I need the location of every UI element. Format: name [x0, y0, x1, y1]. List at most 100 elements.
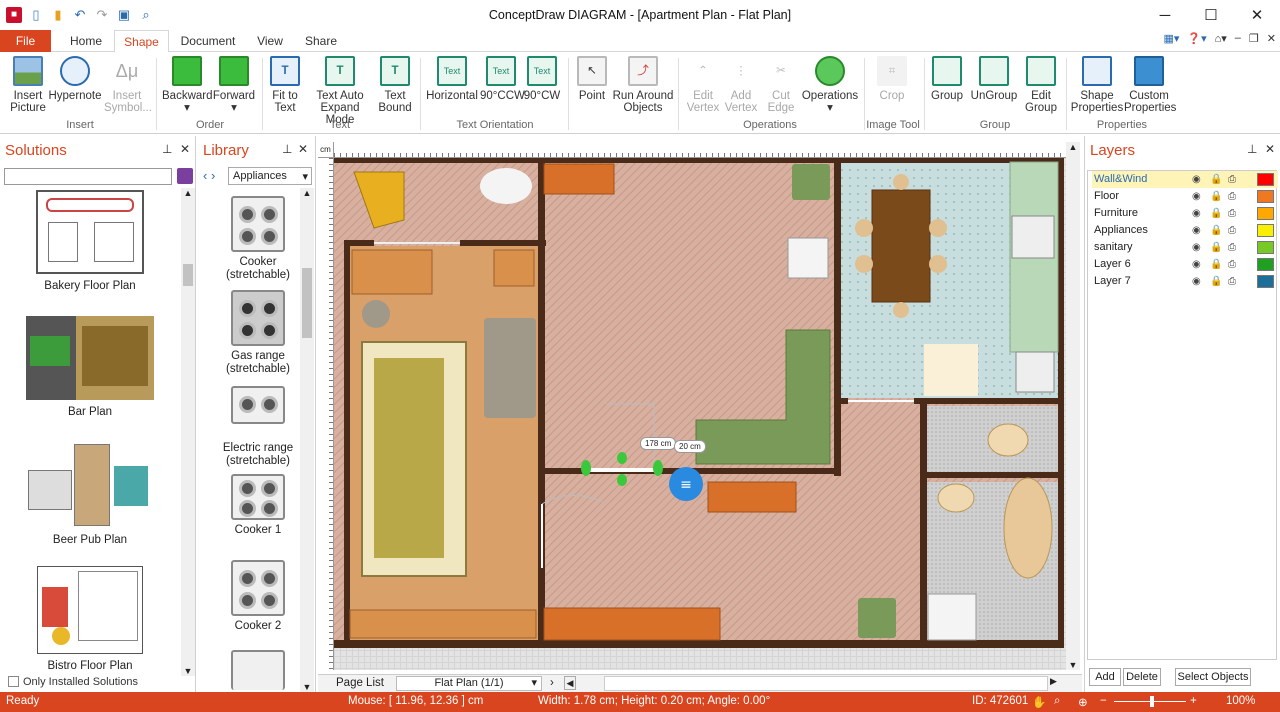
layer-row[interactable]: Wall&Wind ◉ 🔒 ⎙	[1092, 171, 1278, 188]
mdi-close-icon[interactable]: ✕	[1267, 32, 1276, 45]
close-icon[interactable]: ✕	[1265, 142, 1275, 156]
tab-view[interactable]: View	[248, 30, 292, 52]
page-list-button[interactable]: Page List	[336, 677, 384, 689]
scroll-right-icon[interactable]: ▶	[1050, 676, 1057, 687]
hypernote-button[interactable]: Hypernote	[48, 56, 102, 102]
edit-group-button[interactable]: Edit Group	[1022, 56, 1060, 114]
library-nav-arrows[interactable]: ‹ ›	[203, 168, 215, 183]
library-item-gas-range[interactable]: Gas range (stretchable)	[208, 290, 308, 376]
layout-icon[interactable]: ▦▾	[1163, 32, 1179, 45]
page-next-icon[interactable]: ›	[550, 677, 554, 689]
forward-button[interactable]: Forward ▾	[212, 56, 256, 114]
redo-icon[interactable]: ↷	[94, 7, 110, 23]
library-item-partial[interactable]	[208, 650, 308, 694]
layer-row[interactable]: Layer 7 ◉ 🔒 ⎙	[1092, 273, 1278, 290]
canvas-grid[interactable]: ≡ 178 cm 20 cm	[334, 158, 1066, 670]
pin-icon[interactable]: ⊥	[282, 142, 292, 156]
floor-plan[interactable]: ≡	[334, 158, 1066, 670]
library-item-cooker[interactable]: Cooker (stretchable)	[208, 196, 308, 282]
undo-icon[interactable]: ↶	[72, 7, 88, 23]
open-document-icon[interactable]: ▮	[50, 7, 66, 23]
only-installed-checkbox[interactable]: Only Installed Solutions	[8, 676, 138, 688]
horizontal-button[interactable]: Text Horizontal	[424, 56, 480, 102]
solution-item-beer-pub[interactable]: Beer Pub Plan	[0, 440, 180, 546]
zoom-in-icon[interactable]: +	[1190, 695, 1197, 707]
new-document-icon[interactable]: ▯	[28, 7, 44, 23]
delete-layer-button[interactable]: Delete	[1123, 668, 1161, 686]
library-item-electric-range[interactable]: Electric range (stretchable)	[208, 386, 308, 468]
layer-row[interactable]: Floor ◉ 🔒 ⎙	[1092, 188, 1278, 205]
insert-picture-button[interactable]: Insert Picture	[8, 56, 48, 114]
solution-item-bar[interactable]: Bar Plan	[0, 316, 180, 418]
scroll-left-icon[interactable]: ◀	[564, 676, 576, 690]
help-icon[interactable]: ❓▾	[1187, 32, 1206, 45]
save-icon[interactable]: ▣	[116, 7, 132, 23]
operations-button[interactable]: Operations ▾	[800, 56, 860, 114]
close-window-button[interactable]: ✕	[1234, 0, 1280, 30]
layer-row[interactable]: Layer 6 ◉ 🔒 ⎙	[1092, 256, 1278, 273]
fit-icon[interactable]: ⊕	[1078, 695, 1088, 709]
pan-icon[interactable]: ✋	[1032, 695, 1046, 709]
canvas-horizontal-scrollbar[interactable]	[604, 676, 1048, 691]
chevron-down-icon: ▾	[531, 677, 537, 689]
add-vertex-button[interactable]: ⋮ Add Vertex	[722, 56, 760, 114]
library-select[interactable]: Appliances ▾	[228, 167, 312, 185]
rotate-cw-button[interactable]: Text 90°CW	[522, 56, 562, 102]
text-bound-button[interactable]: T Text Bound	[376, 56, 414, 114]
ungroup-button[interactable]: UnGroup	[968, 56, 1020, 102]
fit-to-text-button[interactable]: T Fit to Text	[266, 56, 304, 114]
search-clear-icon[interactable]	[177, 168, 193, 184]
insert-symbol-button[interactable]: Δμ Insert Symbol...	[104, 56, 152, 114]
edit-vertex-button[interactable]: ⌃ Edit Vertex	[684, 56, 722, 114]
status-size: Width: 1.78 cm; Height: 0.20 cm; Angle: …	[538, 695, 771, 707]
layer-row[interactable]: sanitary ◉ 🔒 ⎙	[1092, 239, 1278, 256]
tab-share[interactable]: Share	[298, 30, 344, 52]
print-preview-icon[interactable]: ⌕	[138, 7, 154, 23]
tv-stand	[543, 163, 615, 195]
layer-row[interactable]: Furniture ◉ 🔒 ⎙	[1092, 205, 1278, 222]
tab-file[interactable]: File	[0, 30, 51, 52]
collapse-ribbon-icon[interactable]: ⌂▾	[1215, 32, 1227, 45]
solution-item-bakery[interactable]: Bakery Floor Plan	[0, 190, 180, 292]
close-icon[interactable]: ✕	[298, 142, 308, 156]
zoom-slider-thumb[interactable]	[1150, 696, 1154, 707]
library-item-cooker-2[interactable]: Cooker 2	[208, 560, 308, 633]
select-objects-button[interactable]: Select Objects	[1175, 668, 1251, 686]
tab-home[interactable]: Home	[60, 30, 112, 52]
picture-icon	[13, 56, 43, 86]
zoom-icon[interactable]: ⌕	[1054, 695, 1060, 708]
pin-icon[interactable]: ⊥	[1247, 142, 1257, 156]
text-auto-expand-button[interactable]: T Text Auto Expand Mode	[306, 56, 374, 126]
add-layer-button[interactable]: Add	[1089, 668, 1121, 686]
ungroup-icon	[979, 56, 1009, 86]
point-button[interactable]: ↖ Point	[574, 56, 610, 102]
canvas-vertical-scrollbar[interactable]: ▲ ▼	[1066, 142, 1080, 670]
group-button[interactable]: Group	[928, 56, 966, 102]
library-item-cooker-1[interactable]: Cooker 1	[208, 474, 308, 537]
mdi-restore-icon[interactable]: ❐	[1249, 32, 1259, 45]
zoom-out-icon[interactable]: −	[1100, 695, 1107, 707]
solutions-scrollbar[interactable]: ▲ ▼	[181, 188, 195, 676]
custom-properties-button[interactable]: Custom Properties	[1124, 56, 1176, 114]
run-around-objects-button[interactable]: ⤴ Run Around Objects	[612, 56, 674, 114]
crop-button[interactable]: ⌗ Crop	[870, 56, 914, 102]
close-icon[interactable]: ✕	[180, 142, 190, 156]
rotate-ccw-button[interactable]: Text 90°CCW	[480, 56, 525, 102]
library-scrollbar[interactable]: ▲ ▼	[300, 188, 314, 692]
mdi-minimize-icon[interactable]: –	[1235, 32, 1241, 45]
tab-document[interactable]: Document	[174, 30, 242, 52]
pin-icon[interactable]: ⊥	[162, 142, 172, 156]
shape-properties-button[interactable]: Shape Properties	[1070, 56, 1124, 114]
page-select[interactable]: Flat Plan (1/1) ▾	[396, 676, 542, 691]
tab-shape[interactable]: Shape	[114, 30, 169, 53]
backward-button[interactable]: Backward ▾	[162, 56, 213, 114]
cut-edge-button[interactable]: ✂ Cut Edge	[762, 56, 800, 114]
solutions-search-input[interactable]	[4, 168, 172, 185]
maximize-button[interactable]: ☐	[1188, 0, 1234, 30]
status-id: ID: 472601	[972, 695, 1029, 707]
minimize-button[interactable]: ─	[1142, 0, 1188, 30]
solution-item-bistro[interactable]: Bistro Floor Plan	[0, 566, 180, 672]
horizontal-ruler	[334, 142, 1066, 158]
layer-row[interactable]: Appliances ◉ 🔒 ⎙	[1092, 222, 1278, 239]
cabinet	[924, 344, 978, 396]
